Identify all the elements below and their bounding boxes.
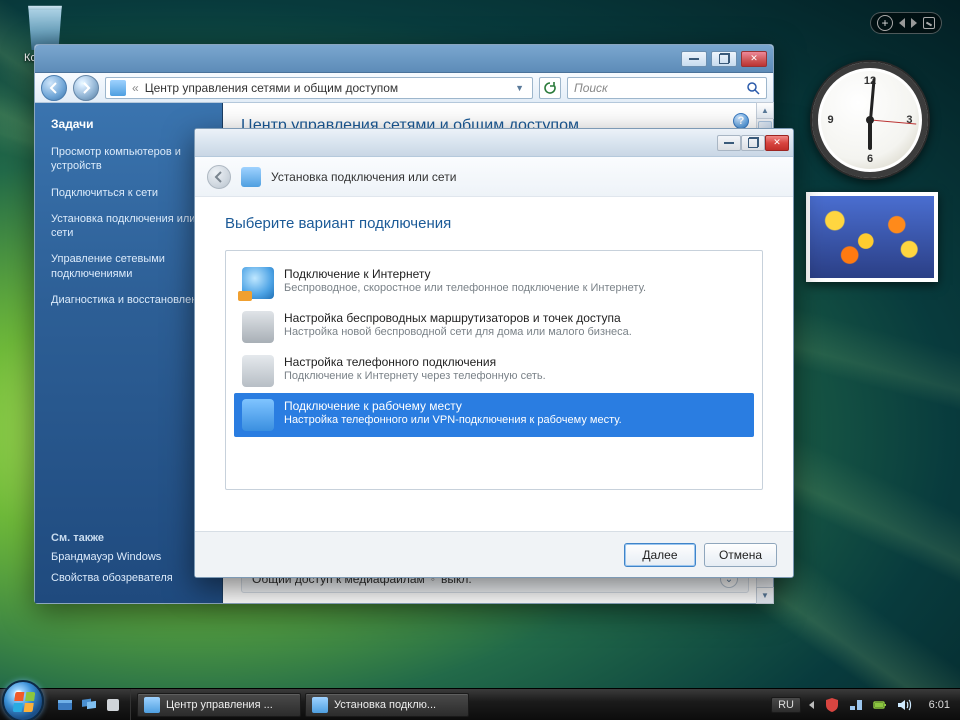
slideshow-gadget[interactable]	[806, 192, 938, 282]
task-label: Установка подклю...	[334, 699, 436, 711]
option-title: Подключение к Интернету	[284, 267, 646, 281]
next-button[interactable]: Далее	[624, 543, 696, 567]
taskbar-clock[interactable]: 6:01	[920, 699, 950, 711]
wrench-icon[interactable]	[923, 17, 935, 29]
network-icon	[144, 697, 160, 713]
option-workplace[interactable]: Подключение к рабочему месту Настройка т…	[234, 393, 754, 437]
option-desc: Беспроводное, скоростное или телефонное …	[284, 282, 646, 294]
start-button[interactable]	[2, 680, 44, 720]
globe-icon	[242, 267, 274, 299]
option-title: Настройка беспроводных маршрутизаторов и…	[284, 311, 632, 325]
maximize-button[interactable]	[711, 51, 737, 67]
sidebar-item-diagnose[interactable]: Диагностика и восстановление	[51, 293, 210, 307]
workplace-icon	[242, 399, 274, 431]
option-internet[interactable]: Подключение к Интернету Беспроводное, ск…	[234, 261, 754, 305]
option-title: Настройка телефонного подключения	[284, 355, 546, 369]
language-indicator[interactable]: RU	[771, 697, 801, 713]
sidebar-item-view-computers[interactable]: Просмотр компьютеров и устройств	[51, 145, 210, 174]
tray-network-icon[interactable]	[848, 697, 864, 713]
plus-icon[interactable]: +	[877, 15, 893, 31]
help-icon[interactable]: ?	[733, 113, 749, 129]
router-icon	[242, 311, 274, 343]
connection-options-list: Подключение к Интернету Беспроводное, ск…	[225, 250, 763, 490]
quick-launch-app-icon[interactable]	[102, 694, 124, 716]
address-bar[interactable]: « Центр управления сетями и общим доступ…	[105, 77, 533, 99]
sidebar-item-manage-connections[interactable]: Управление сетевыми подключениями	[51, 252, 210, 281]
tray-expand-icon[interactable]	[809, 701, 814, 709]
search-icon[interactable]	[746, 81, 760, 95]
chevron-left-icon[interactable]	[899, 18, 905, 28]
explorer-toolbar: « Центр управления сетями и общим доступ…	[35, 73, 773, 103]
network-setup-icon	[312, 697, 328, 713]
option-desc: Настройка новой беспроводной сети для до…	[284, 326, 632, 338]
connection-wizard-dialog: Установка подключения или сети Выберите …	[194, 128, 794, 578]
sidebar-item-firewall[interactable]: Брандмауэр Windows	[51, 550, 210, 564]
wizard-heading: Выберите вариант подключения	[225, 215, 763, 232]
tasks-header: Задачи	[51, 117, 210, 131]
dialog-maximize-button	[741, 135, 765, 151]
sidebar-gadget-control[interactable]: +	[870, 12, 942, 34]
option-wireless-router[interactable]: Настройка беспроводных маршрутизаторов и…	[234, 305, 754, 349]
search-box[interactable]: Поиск	[567, 77, 767, 99]
tray-battery-icon[interactable]	[872, 697, 888, 713]
chevron-right-icon[interactable]	[911, 18, 917, 28]
hour-hand	[868, 120, 872, 150]
option-title: Подключение к рабочему месту	[284, 399, 622, 413]
sidebar-item-connect[interactable]: Подключиться к сети	[51, 186, 210, 200]
phone-icon	[242, 355, 274, 387]
taskbar: Центр управления ... Установка подклю...…	[0, 688, 960, 720]
back-button[interactable]	[207, 165, 231, 189]
option-desc: Настройка телефонного или VPN-подключени…	[284, 414, 622, 426]
scroll-up-icon[interactable]: ▲	[756, 102, 774, 119]
sidebar-item-internet-options[interactable]: Свойства обозревателя	[51, 571, 210, 585]
location-icon	[110, 80, 126, 96]
close-button[interactable]	[741, 51, 767, 67]
dialog-titlebar[interactable]	[195, 129, 793, 157]
sidebar-item-setup-connection[interactable]: Установка подключения или сети	[51, 212, 210, 241]
switch-windows-icon[interactable]	[78, 694, 100, 716]
window-titlebar[interactable]	[35, 45, 773, 73]
recycle-bin-icon	[21, 2, 69, 50]
minimize-button[interactable]	[681, 51, 707, 67]
scroll-down-icon[interactable]: ▼	[756, 587, 774, 604]
option-dialup[interactable]: Настройка телефонного подключения Подклю…	[234, 349, 754, 393]
dialog-header: Установка подключения или сети	[195, 157, 793, 197]
taskbar-tasks: Центр управления ... Установка подклю...	[131, 689, 761, 720]
cancel-button[interactable]: Отмена	[704, 543, 777, 567]
refresh-button[interactable]	[539, 77, 561, 99]
dialog-close-button[interactable]	[765, 135, 789, 151]
show-desktop-icon[interactable]	[54, 694, 76, 716]
search-placeholder: Поиск	[574, 81, 608, 95]
nav-forward-button[interactable]	[73, 75, 99, 101]
network-setup-icon	[241, 167, 261, 187]
dialog-title: Установка подключения или сети	[271, 170, 456, 184]
task-network-center[interactable]: Центр управления ...	[137, 693, 301, 717]
dialog-footer: Далее Отмена	[195, 531, 793, 577]
nav-back-button[interactable]	[41, 75, 67, 101]
address-text: Центр управления сетями и общим доступом	[145, 81, 399, 95]
system-tray: RU 6:01	[761, 689, 960, 720]
tray-security-icon[interactable]	[824, 697, 840, 713]
task-connection-wizard[interactable]: Установка подклю...	[305, 693, 469, 717]
address-dropdown-icon[interactable]: ▼	[511, 83, 528, 93]
see-also-header: См. также	[51, 532, 210, 544]
clock-gadget[interactable]: 12 3 6 9	[810, 60, 930, 180]
dialog-minimize-button	[717, 135, 741, 151]
task-label: Центр управления ...	[166, 699, 273, 711]
tray-volume-icon[interactable]	[896, 697, 912, 713]
option-desc: Подключение к Интернету через телефонную…	[284, 370, 546, 382]
quick-launch	[48, 689, 131, 720]
